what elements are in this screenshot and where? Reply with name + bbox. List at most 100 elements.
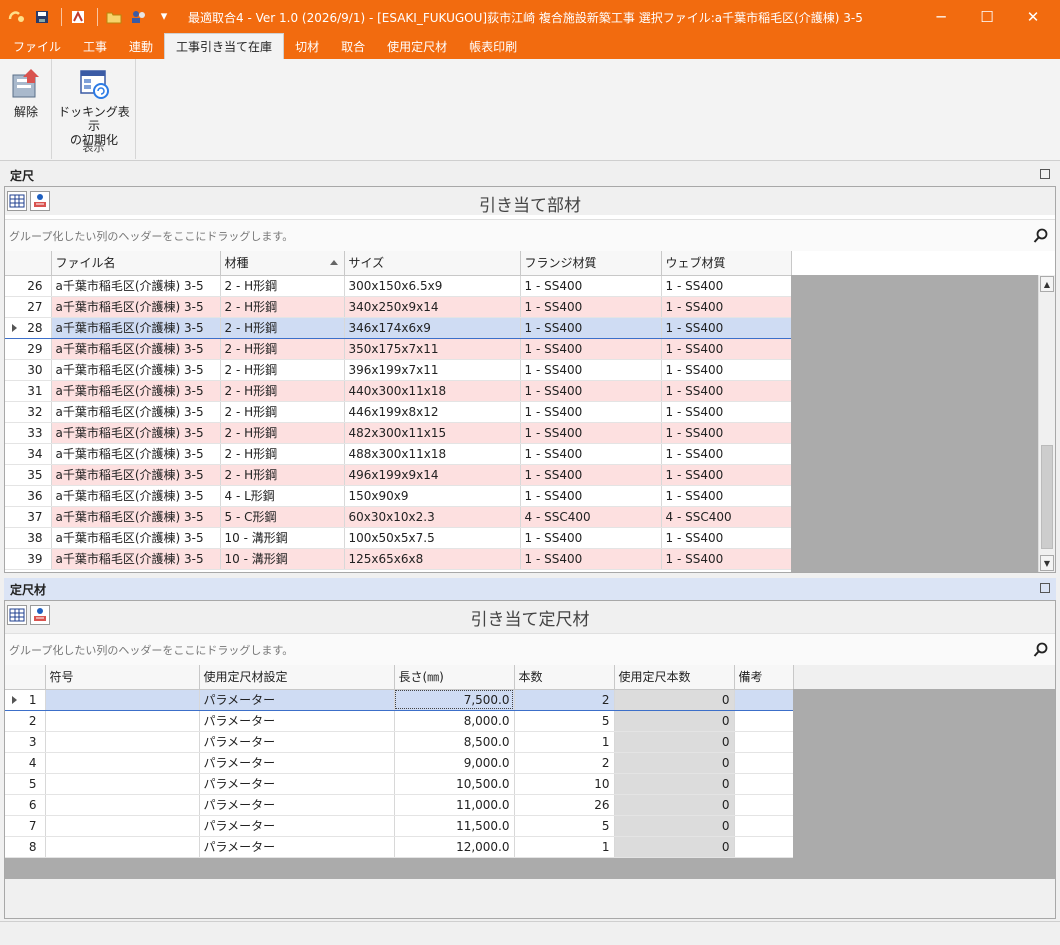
search-icon[interactable] — [1033, 642, 1049, 658]
table-row[interactable]: 26 a千葉市稲毛区(介護棟) 3-5 2 - H形鋼 300x150x6.5x9 1 … — [5, 275, 792, 297]
table-row[interactable]: 3 パラメーター 8,500.0 1 0 — [5, 731, 794, 753]
cell-size[interactable]: 346x174x6x9 — [344, 317, 521, 339]
scroll-up-icon[interactable]: ▲ — [1040, 276, 1054, 292]
cell-count[interactable]: 5 — [514, 815, 615, 837]
cell-web[interactable]: 1 - SS400 — [661, 401, 792, 423]
save-icon[interactable] — [31, 6, 53, 28]
cell-setting[interactable]: パラメーター — [199, 710, 395, 732]
reset-docking-button[interactable]: ドッキング表示 の初期化 — [56, 67, 132, 147]
tab-joint[interactable]: 取合 — [330, 33, 376, 59]
cell-flange[interactable]: 1 - SS400 — [520, 359, 662, 381]
table-row[interactable]: 33 a千葉市稲毛区(介護棟) 3-5 2 - H形鋼 482x300x11x15 1 … — [5, 422, 792, 444]
cell-kind[interactable]: 10 - 溝形鋼 — [220, 527, 345, 549]
table-row[interactable]: 35 a千葉市稲毛区(介護棟) 3-5 2 - H形鋼 496x199x9x14 1 -… — [5, 464, 792, 486]
cell-web[interactable]: 1 - SS400 — [661, 275, 792, 297]
cell-file[interactable]: a千葉市稲毛区(介護棟) 3-5 — [51, 275, 221, 297]
table-row[interactable]: 37 a千葉市稲毛区(介護棟) 3-5 5 - C形鋼 60x30x10x2.3 4 -… — [5, 506, 792, 528]
table-row[interactable]: 39 a千葉市稲毛区(介護棟) 3-5 10 - 溝形鋼 125x65x6x8 1 - … — [5, 548, 792, 570]
tab-report-print[interactable]: 帳表印刷 — [458, 33, 528, 59]
cell-web[interactable]: 1 - SS400 — [661, 296, 792, 318]
search-icon[interactable] — [1033, 228, 1049, 244]
tab-link[interactable]: 連動 — [118, 33, 164, 59]
panel-maximize-icon[interactable] — [1040, 169, 1050, 179]
scroll-down-icon[interactable]: ▼ — [1040, 555, 1054, 571]
cell-count[interactable]: 2 — [514, 752, 615, 774]
cell-size[interactable]: 100x50x5x7.5 — [344, 527, 521, 549]
cell-code[interactable] — [45, 752, 200, 774]
cell-size[interactable]: 396x199x7x11 — [344, 359, 521, 381]
table-row[interactable]: 31 a千葉市稲毛区(介護棟) 3-5 2 - H形鋼 440x300x11x18 1 … — [5, 380, 792, 402]
cell-file[interactable]: a千葉市稲毛区(介護棟) 3-5 — [51, 401, 221, 423]
cell-kind[interactable]: 2 - H形鋼 — [220, 443, 345, 465]
table-row[interactable]: 7 パラメーター 11,500.0 5 0 — [5, 815, 794, 837]
column-header-size[interactable]: サイズ — [344, 251, 521, 276]
qat-dropdown-icon[interactable]: ▾ — [153, 6, 175, 28]
column-header-web[interactable]: ウェブ材質 — [661, 251, 792, 276]
cell-file[interactable]: a千葉市稲毛区(介護棟) 3-5 — [51, 485, 221, 507]
cell-note[interactable] — [734, 773, 794, 795]
table-row[interactable]: 5 パラメーター 10,500.0 10 0 — [5, 773, 794, 795]
cell-length[interactable]: 11,500.0 — [394, 815, 515, 837]
cell-note[interactable] — [734, 752, 794, 774]
table-row[interactable]: 29 a千葉市稲毛区(介護棟) 3-5 2 - H形鋼 350x175x7x11 1 -… — [5, 338, 792, 360]
cell-kind[interactable]: 2 - H形鋼 — [220, 380, 345, 402]
cell-flange[interactable]: 1 - SS400 — [520, 380, 662, 402]
table-row-selected[interactable]: 28 a千葉市稲毛区(介護棟) 3-5 2 - H形鋼 346x174x6x9 1 - … — [5, 317, 792, 339]
cell-setting[interactable]: パラメーター — [199, 815, 395, 837]
release-button[interactable]: 解除 — [6, 67, 46, 119]
cell-count[interactable]: 5 — [514, 710, 615, 732]
column-header-kind[interactable]: 材種 — [220, 251, 345, 276]
cell-kind[interactable]: 2 - H形鋼 — [220, 317, 345, 339]
maximize-button[interactable]: ☐ — [964, 0, 1010, 33]
cell-length[interactable]: 8,000.0 — [394, 710, 515, 732]
cell-kind[interactable]: 2 - H形鋼 — [220, 464, 345, 486]
cell-flange[interactable]: 1 - SS400 — [520, 464, 662, 486]
column-header-used-count[interactable]: 使用定尺本数 — [614, 665, 735, 690]
table-row-selected[interactable]: 1 パラメーター 7,500.0 2 0 — [5, 689, 794, 711]
cell-size[interactable]: 440x300x11x18 — [344, 380, 521, 402]
tab-cut-material[interactable]: 切材 — [284, 33, 330, 59]
tab-file[interactable]: ファイル — [2, 33, 72, 59]
cell-file[interactable]: a千葉市稲毛区(介護棟) 3-5 — [51, 506, 221, 528]
cell-web[interactable]: 1 - SS400 — [661, 548, 792, 570]
cell-kind[interactable]: 2 - H形鋼 — [220, 401, 345, 423]
cell-file[interactable]: a千葉市稲毛区(介護棟) 3-5 — [51, 317, 221, 339]
cell-kind[interactable]: 2 - H形鋼 — [220, 338, 345, 360]
cell-flange[interactable]: 1 - SS400 — [520, 401, 662, 423]
table-row[interactable]: 27 a千葉市稲毛区(介護棟) 3-5 2 - H形鋼 340x250x9x14 1 -… — [5, 296, 792, 318]
cell-file[interactable]: a千葉市稲毛区(介護棟) 3-5 — [51, 296, 221, 318]
cell-note[interactable] — [734, 731, 794, 753]
table-row[interactable]: 2 パラメーター 8,000.0 5 0 — [5, 710, 794, 732]
cell-kind[interactable]: 10 - 溝形鋼 — [220, 548, 345, 570]
group-by-area[interactable]: グループ化したい列のヘッダーをここにドラッグします。 — [5, 219, 1055, 251]
cell-count[interactable]: 26 — [514, 794, 615, 816]
cell-count[interactable]: 10 — [514, 773, 615, 795]
cell-length[interactable]: 12,000.0 — [394, 836, 515, 858]
cell-kind[interactable]: 2 - H形鋼 — [220, 275, 345, 297]
cell-code[interactable] — [45, 836, 200, 858]
cell-note[interactable] — [734, 815, 794, 837]
cell-count[interactable]: 1 — [514, 731, 615, 753]
group-by-area[interactable]: グループ化したい列のヘッダーをここにドラッグします。 — [5, 633, 1055, 665]
cell-file[interactable]: a千葉市稲毛区(介護棟) 3-5 — [51, 422, 221, 444]
table-row[interactable]: 6 パラメーター 11,000.0 26 0 — [5, 794, 794, 816]
cell-file[interactable]: a千葉市稲毛区(介護棟) 3-5 — [51, 338, 221, 360]
tab-used-stock[interactable]: 使用定尺材 — [376, 33, 458, 59]
cell-code[interactable] — [45, 731, 200, 753]
cell-size[interactable]: 446x199x8x12 — [344, 401, 521, 423]
cell-web[interactable]: 1 - SS400 — [661, 422, 792, 444]
cell-kind[interactable]: 5 - C形鋼 — [220, 506, 345, 528]
tab-construction[interactable]: 工事 — [72, 33, 118, 59]
panel-maximize-icon[interactable] — [1040, 583, 1050, 593]
cell-file[interactable]: a千葉市稲毛区(介護棟) 3-5 — [51, 443, 221, 465]
cell-web[interactable]: 1 - SS400 — [661, 485, 792, 507]
table-row[interactable]: 36 a千葉市稲毛区(介護棟) 3-5 4 - L形鋼 150x90x9 1 - SS4… — [5, 485, 792, 507]
column-header-length[interactable]: 長さ(㎜) — [394, 665, 515, 690]
cell-code[interactable] — [45, 794, 200, 816]
cell-kind[interactable]: 2 - H形鋼 — [220, 422, 345, 444]
scroll-thumb[interactable] — [1041, 445, 1053, 549]
table-row[interactable]: 8 パラメーター 12,000.0 1 0 — [5, 836, 794, 858]
table-row[interactable]: 32 a千葉市稲毛区(介護棟) 3-5 2 - H形鋼 446x199x8x12 1 -… — [5, 401, 792, 423]
cell-kind[interactable]: 4 - L形鋼 — [220, 485, 345, 507]
cell-web[interactable]: 1 - SS400 — [661, 338, 792, 360]
